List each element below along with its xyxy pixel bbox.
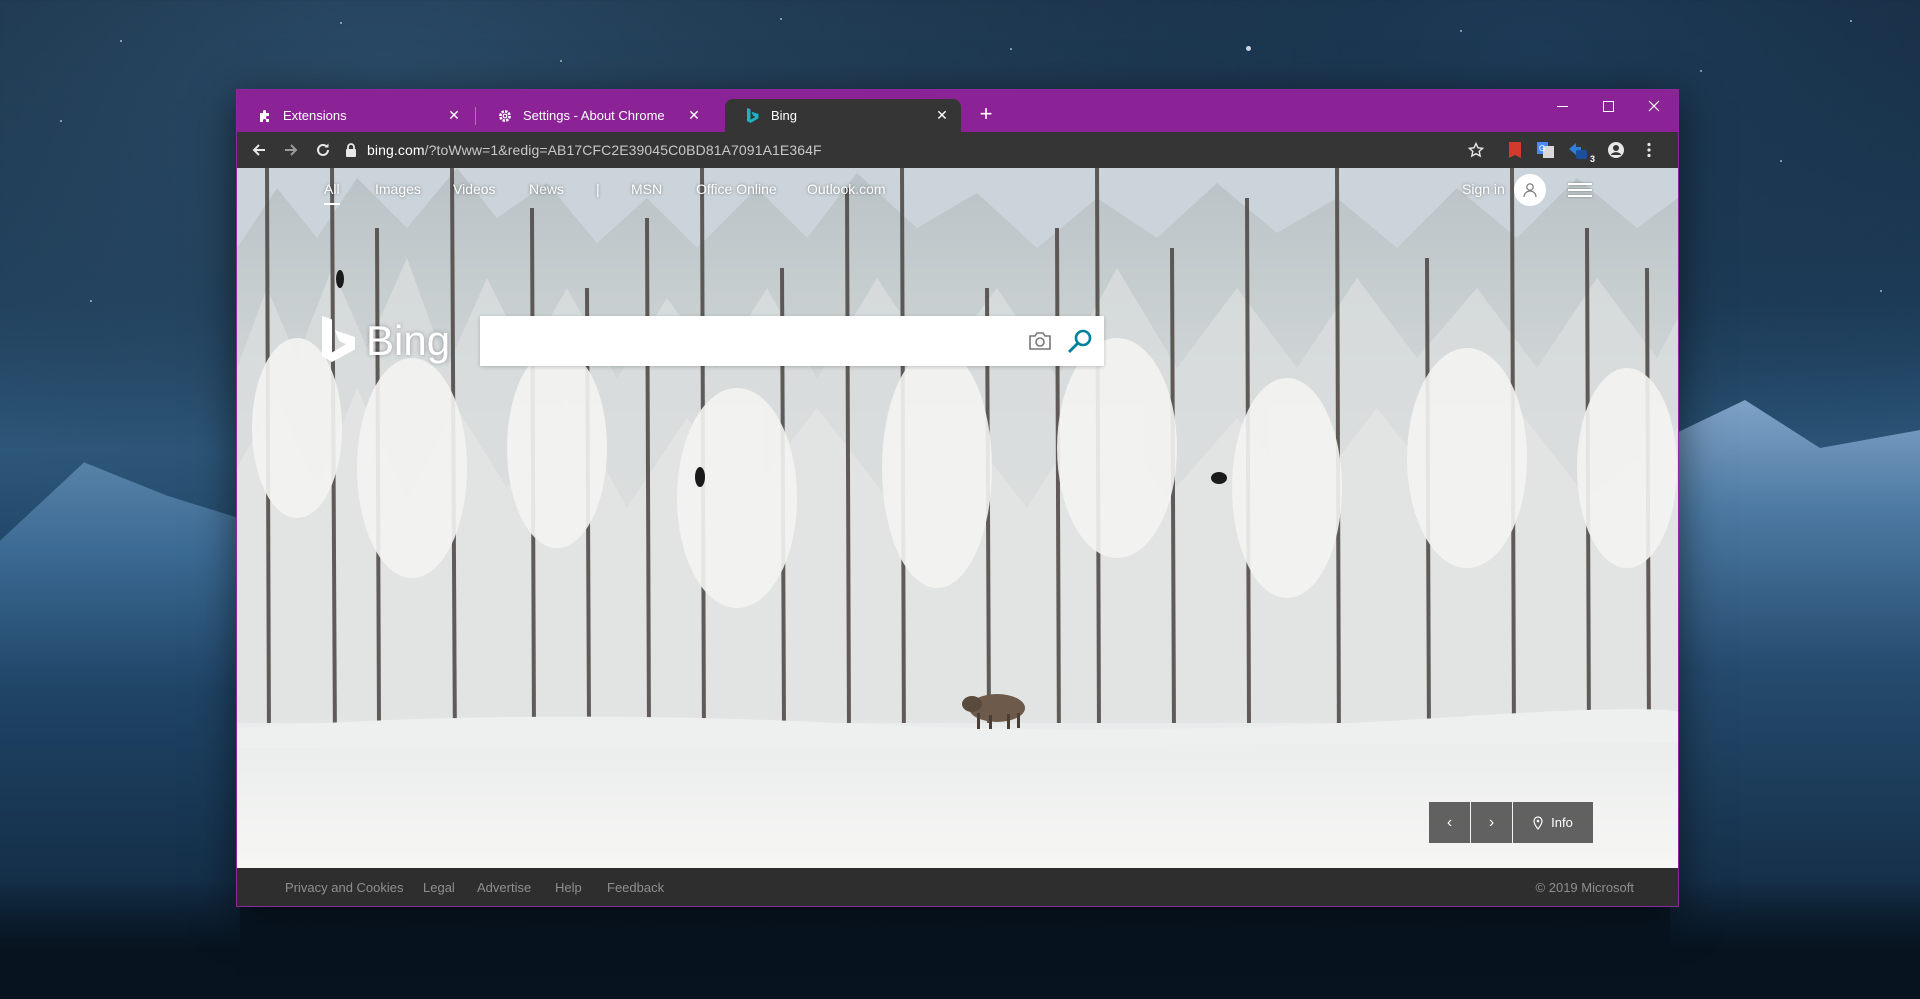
- footer-help-link[interactable]: Help: [555, 880, 582, 895]
- nav-images[interactable]: Images: [375, 181, 421, 197]
- gear-icon: [497, 108, 513, 124]
- nav-office-online[interactable]: Office Online: [696, 181, 777, 197]
- tab-extensions[interactable]: Extensions ✕: [237, 99, 473, 132]
- background-photo: [237, 168, 1678, 868]
- lock-icon: [346, 143, 356, 157]
- search-input[interactable]: [492, 324, 1012, 358]
- tab-close-icon[interactable]: ✕: [685, 107, 703, 125]
- address-bar[interactable]: bing.com/?toWww=1&redig=AB17CFC2E39045C0…: [345, 136, 1635, 164]
- extension-badge-button[interactable]: 3: [1565, 138, 1595, 164]
- url-path: /?toWww=1&redig=AB17CFC2E39045C0BD81A709…: [424, 142, 822, 158]
- image-info-button[interactable]: Info: [1513, 802, 1593, 843]
- chevron-left-icon: ‹: [1446, 813, 1453, 831]
- back-arrow-icon: [252, 144, 265, 156]
- new-tab-button[interactable]: +: [974, 103, 998, 127]
- browser-toolbar: bing.com/?toWww=1&redig=AB17CFC2E39045C0…: [237, 132, 1678, 168]
- image-carousel-controls: ‹ › Info: [1429, 802, 1593, 843]
- tab-settings[interactable]: Settings - About Chrome ✕: [477, 99, 713, 132]
- hamburger-menu-button[interactable]: [1568, 180, 1592, 200]
- camera-icon[interactable]: [1027, 329, 1053, 353]
- tab-bing[interactable]: Bing ✕: [725, 99, 961, 132]
- translate-icon: G: [1537, 142, 1554, 158]
- reload-button[interactable]: [311, 138, 335, 162]
- minimize-button[interactable]: [1539, 90, 1585, 122]
- info-label: Info: [1551, 815, 1573, 830]
- maximize-icon: [1602, 100, 1614, 112]
- copyright-text: © 2019 Microsoft: [1535, 880, 1634, 895]
- footer-advertise-link[interactable]: Advertise: [477, 880, 531, 895]
- chevron-right-icon: ›: [1488, 813, 1495, 831]
- profile-icon: [1608, 142, 1624, 158]
- kebab-menu-icon: [1647, 142, 1651, 158]
- nav-all[interactable]: All: [324, 181, 340, 205]
- chrome-menu-button[interactable]: [1637, 138, 1661, 162]
- tab-strip: Extensions ✕ Settings - About Chrome ✕ B…: [237, 90, 1678, 132]
- url-text: bing.com/?toWww=1&redig=AB17CFC2E39045C0…: [367, 142, 822, 158]
- nav-divider: |: [596, 181, 600, 197]
- footer-legal-link[interactable]: Legal: [423, 880, 455, 895]
- bing-logo-icon: [322, 316, 355, 362]
- footer-privacy-link[interactable]: Privacy and Cookies: [285, 880, 404, 895]
- tab-close-icon[interactable]: ✕: [445, 107, 463, 125]
- browser-window: Extensions ✕ Settings - About Chrome ✕ B…: [236, 89, 1679, 907]
- tab-separator: [475, 107, 476, 125]
- hamburger-line: [1568, 195, 1592, 197]
- extension-red-button[interactable]: [1503, 138, 1527, 162]
- previous-image-button[interactable]: ‹: [1429, 802, 1470, 843]
- search-icon[interactable]: [1066, 327, 1094, 355]
- reload-icon: [317, 143, 329, 156]
- location-pin-icon: [1533, 815, 1543, 830]
- close-icon: [1648, 100, 1660, 112]
- search-box[interactable]: [480, 316, 1104, 366]
- minimize-icon: [1556, 105, 1568, 107]
- forward-arrow-icon: [285, 144, 298, 156]
- url-host: bing.com: [367, 142, 425, 158]
- bing-top-nav: All Images Videos News | MSN Office Onli…: [237, 168, 1678, 212]
- nav-outlook[interactable]: Outlook.com: [807, 181, 886, 197]
- bing-icon: [745, 107, 761, 124]
- extension-translate-button[interactable]: G: [1534, 138, 1558, 162]
- bing-logo: Bing: [322, 316, 450, 366]
- star-icon: [1468, 142, 1484, 158]
- profile-button[interactable]: [1604, 138, 1628, 162]
- sign-in-link[interactable]: Sign in: [1462, 181, 1505, 197]
- tab-title: Settings - About Chrome: [523, 108, 665, 123]
- bing-wordmark: Bing: [366, 317, 451, 364]
- extension-badge-count: 3: [1589, 154, 1595, 164]
- back-button[interactable]: [247, 138, 271, 162]
- close-button[interactable]: [1631, 90, 1677, 122]
- nav-videos[interactable]: Videos: [453, 181, 496, 197]
- user-icon: [1523, 183, 1537, 198]
- tab-close-icon[interactable]: ✕: [933, 107, 951, 125]
- forward-button[interactable]: [279, 138, 303, 162]
- bing-homepage: All Images Videos News | MSN Office Onli…: [237, 168, 1678, 868]
- avatar[interactable]: [1514, 174, 1546, 206]
- hamburger-line: [1568, 183, 1592, 185]
- nav-news[interactable]: News: [529, 181, 564, 197]
- puzzle-icon: [257, 108, 273, 124]
- tab-title: Bing: [771, 108, 798, 123]
- tab-title: Extensions: [283, 108, 347, 123]
- footer-feedback-link[interactable]: Feedback: [607, 880, 664, 895]
- maximize-button[interactable]: [1585, 90, 1631, 122]
- svg-text:G: G: [1539, 144, 1545, 153]
- bing-footer: Privacy and Cookies Legal Advertise Help…: [237, 868, 1678, 906]
- nav-msn[interactable]: MSN: [631, 181, 662, 197]
- extension-arrow-icon: [1569, 143, 1587, 159]
- bookmark-star-button[interactable]: [1464, 138, 1488, 162]
- next-image-button[interactable]: ›: [1471, 802, 1512, 843]
- hamburger-line: [1568, 189, 1592, 191]
- bookmark-extension-icon: [1509, 142, 1521, 158]
